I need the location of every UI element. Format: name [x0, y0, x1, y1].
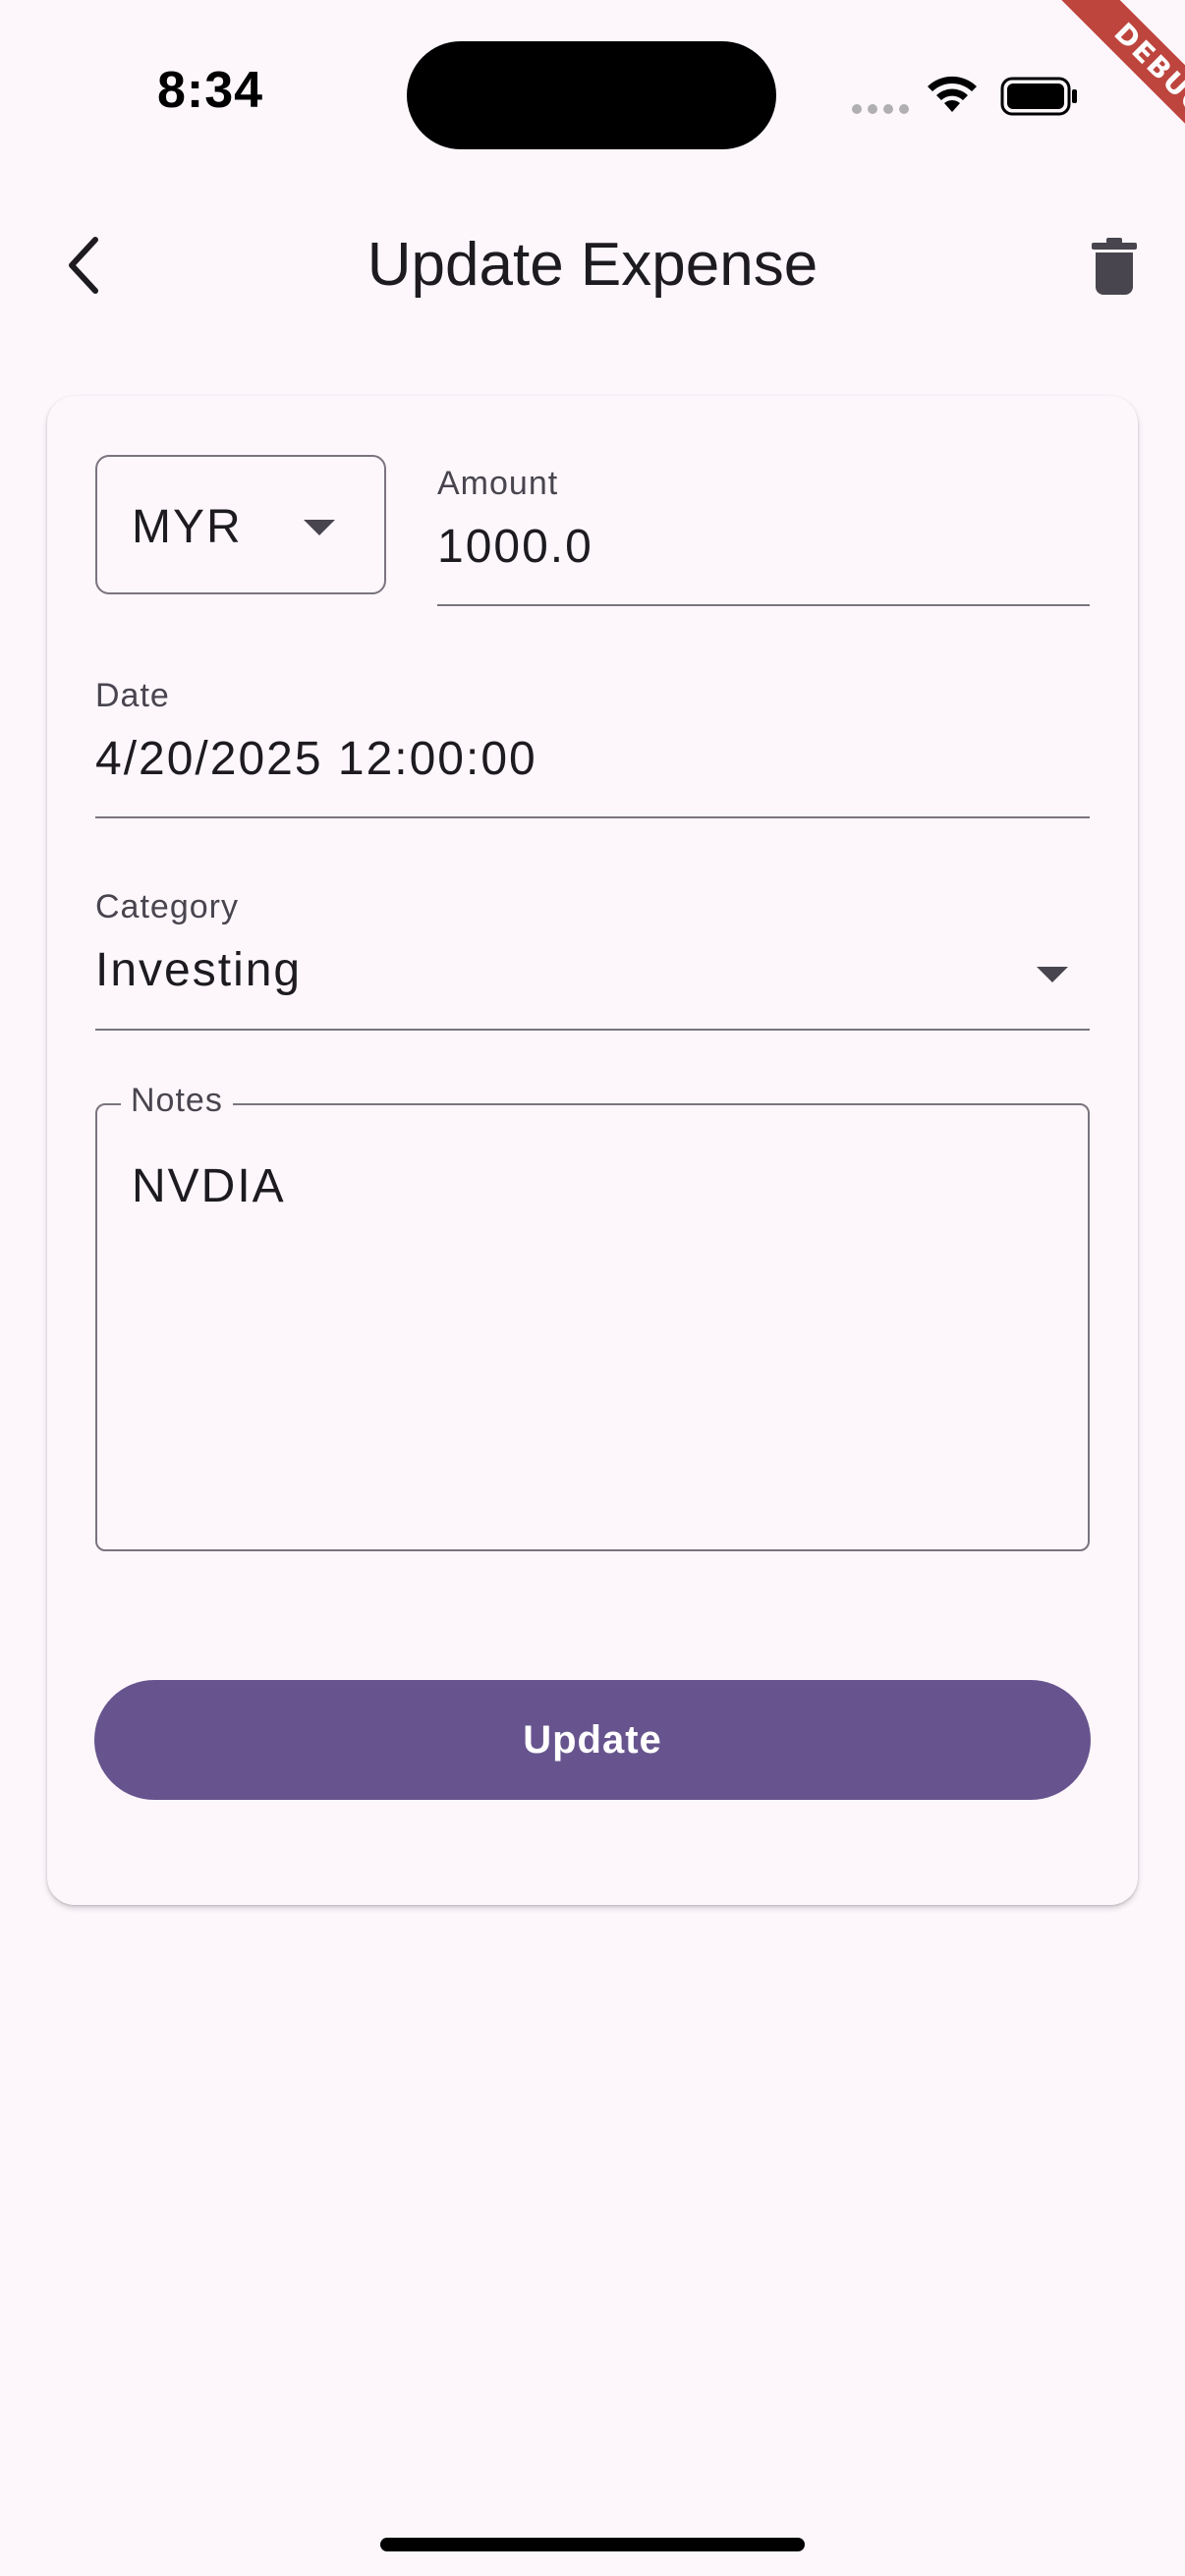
dropdown-arrow-icon	[304, 520, 335, 535]
date-input[interactable]: 4/20/2025 12:00:00	[95, 732, 537, 786]
update-button[interactable]: Update	[94, 1680, 1091, 1800]
category-label: Category	[95, 888, 239, 925]
amount-underline	[437, 604, 1090, 606]
trash-icon	[1092, 238, 1137, 295]
home-indicator[interactable]	[380, 2538, 805, 2551]
status-time: 8:34	[157, 62, 264, 119]
amount-label: Amount	[437, 465, 559, 502]
amount-input[interactable]: 1000.0	[437, 520, 593, 574]
app-bar: Update Expense	[0, 196, 1185, 334]
currency-value: MYR	[132, 501, 243, 553]
date-underline	[95, 816, 1090, 818]
debug-banner: DEBUG	[1018, 0, 1185, 167]
page-title: Update Expense	[367, 231, 818, 299]
notes-field[interactable]: Notes NVDIA	[95, 1082, 1090, 1551]
category-dropdown[interactable]: Investing	[95, 943, 302, 997]
currency-dropdown[interactable]: MYR	[95, 455, 386, 594]
debug-banner-label: DEBUG	[1048, 0, 1185, 167]
date-label: Date	[95, 677, 170, 714]
wifi-icon	[928, 76, 977, 112]
expense-form-card: MYR Amount 1000.0 Date 4/20/2025 12:00:0…	[47, 396, 1138, 1905]
signal-dots-icon	[852, 104, 909, 114]
delete-button[interactable]	[1081, 232, 1148, 301]
category-underline	[95, 1029, 1090, 1031]
notes-label: Notes	[121, 1082, 233, 1120]
dynamic-island	[407, 41, 776, 149]
category-dropdown-arrow-icon[interactable]	[1037, 967, 1068, 982]
notes-input[interactable]: NVDIA	[132, 1159, 286, 1213]
status-bar: 8:34	[0, 0, 1185, 187]
